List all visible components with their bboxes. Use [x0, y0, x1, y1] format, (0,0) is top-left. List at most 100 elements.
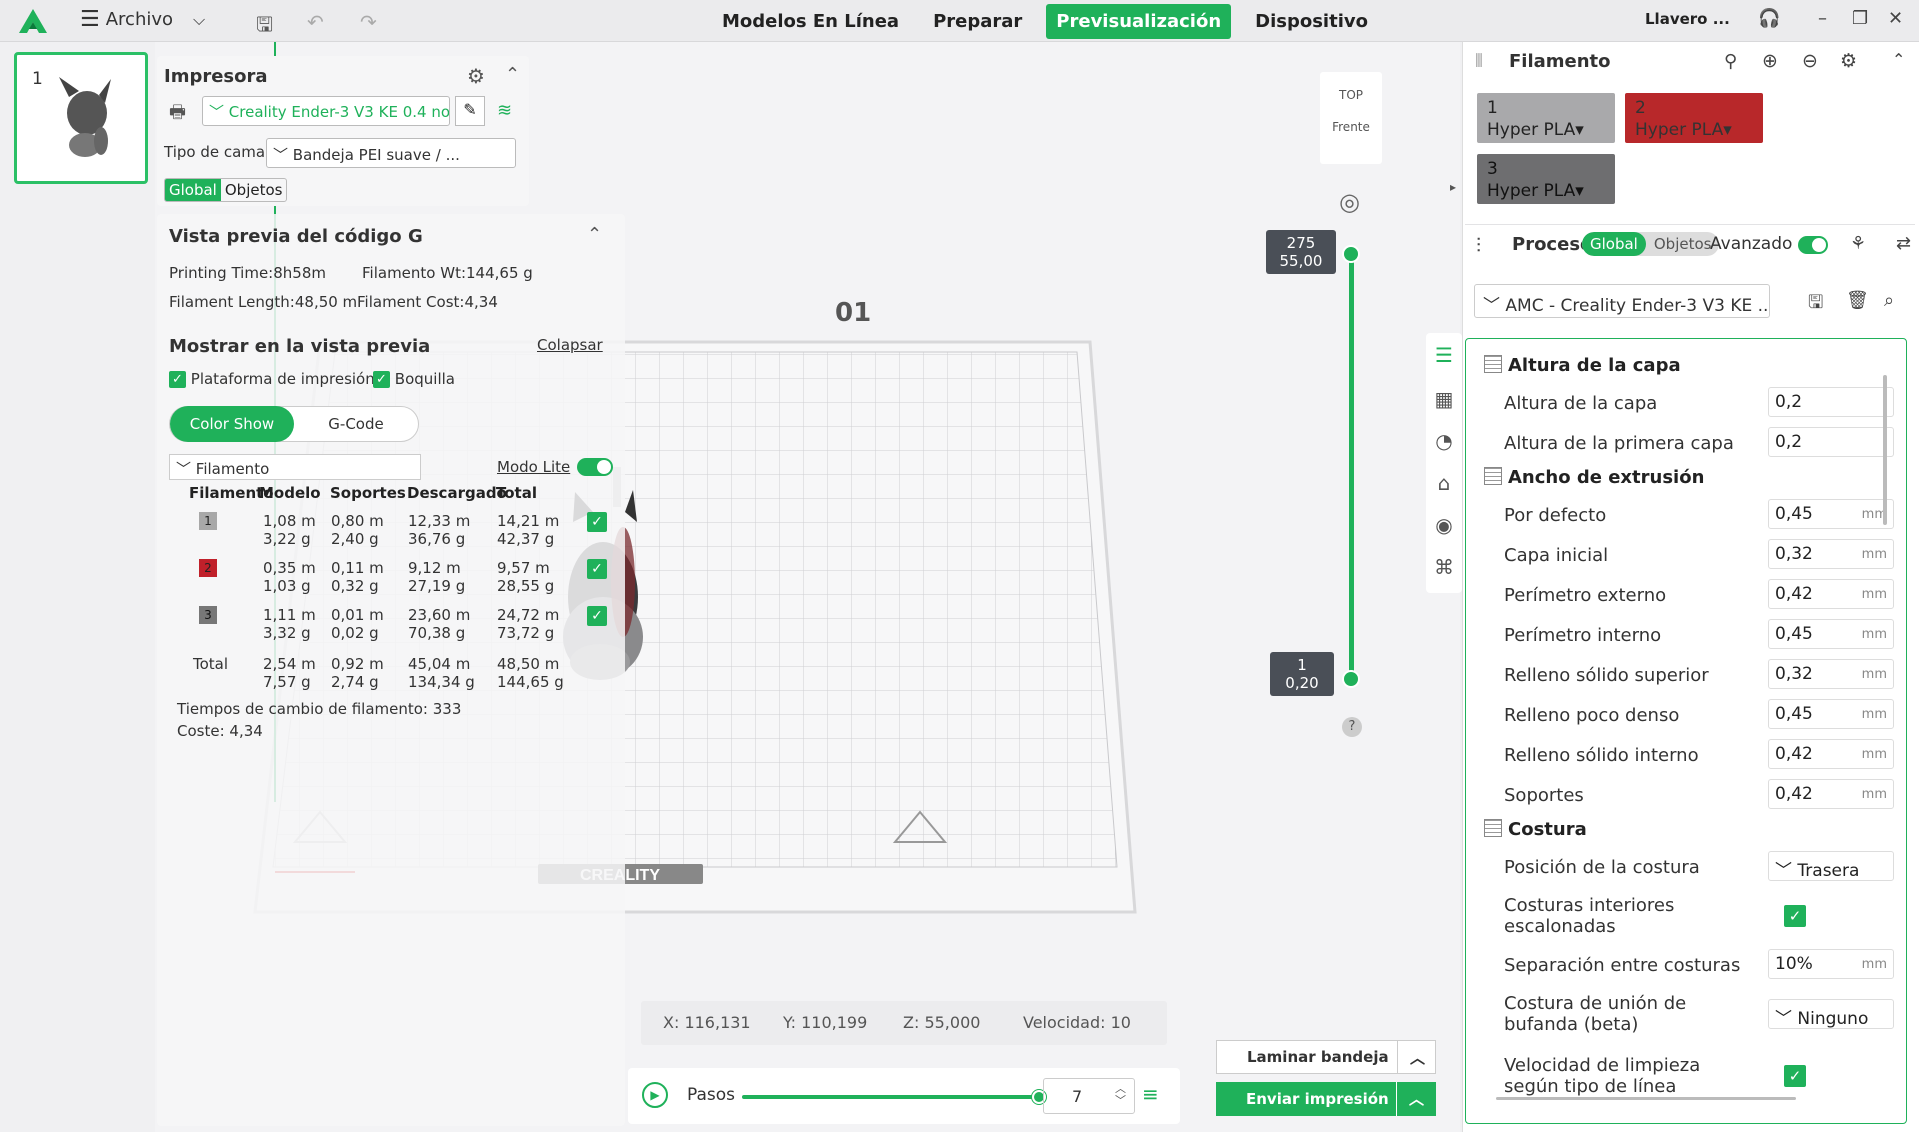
- strength-icon[interactable]: ▦: [1433, 387, 1455, 411]
- spinner-icon[interactable]: ︿ ﹀: [1115, 1083, 1126, 1107]
- redo-icon[interactable]: ↷: [360, 10, 377, 34]
- tab-prepare[interactable]: Preparar: [923, 4, 1032, 39]
- setting-input[interactable]: 0,32 mm: [1768, 539, 1894, 569]
- seg-objects[interactable]: Objetos: [1646, 232, 1720, 256]
- speed-icon[interactable]: ◔: [1433, 429, 1455, 453]
- setting-value: 0,45: [1775, 624, 1813, 644]
- layers-icon[interactable]: ≡: [1142, 1082, 1159, 1106]
- save-icon[interactable]: 🖫: [256, 10, 273, 44]
- dropdown-arrow-icon[interactable]: ▾: [1723, 120, 1732, 140]
- send-print-button[interactable]: Enviar impresión ︿: [1216, 1082, 1436, 1116]
- advanced-toggle[interactable]: [1798, 236, 1828, 254]
- visibility-checkbox[interactable]: ✓: [587, 559, 607, 579]
- tab-preview[interactable]: Previsualización: [1046, 3, 1232, 39]
- visibility-checkbox[interactable]: ✓: [587, 512, 607, 532]
- view-top-button[interactable]: TOP: [1320, 72, 1382, 102]
- play-icon[interactable]: ▶: [642, 1082, 668, 1108]
- collapse-up-icon[interactable]: ⌃: [505, 64, 520, 85]
- gcode-mode-button[interactable]: G-Code: [294, 415, 418, 433]
- vertical-scrollbar[interactable]: [1883, 375, 1887, 525]
- seam-position-select[interactable]: ﹀ Trasera: [1768, 851, 1894, 881]
- setting-input[interactable]: 0,2: [1768, 427, 1894, 457]
- layer-slider-bottom-handle[interactable]: [1342, 670, 1360, 688]
- chevron-up-icon[interactable]: ︿: [1397, 1041, 1437, 1073]
- scarf-seam-select[interactable]: ﹀ Ninguno: [1768, 999, 1894, 1029]
- user-name[interactable]: Llavero ...: [1645, 10, 1730, 28]
- view-type-select[interactable]: ﹀ Filamento: [169, 454, 421, 480]
- add-filament-icon[interactable]: ⊕: [1762, 50, 1778, 72]
- setting-input[interactable]: 0,45 mm: [1768, 619, 1894, 649]
- creality-logo-icon[interactable]: [18, 8, 48, 34]
- setting-input[interactable]: 0,42 mm: [1768, 579, 1894, 609]
- steps-input[interactable]: 7 ︿ ﹀: [1043, 1078, 1135, 1114]
- setting-input[interactable]: 0,32 mm: [1768, 659, 1894, 689]
- close-icon[interactable]: ✕: [1888, 8, 1903, 29]
- steps-value: 7: [1072, 1087, 1083, 1106]
- process-scope-toggle: Global Objetos: [1582, 232, 1720, 256]
- plate-thumbnail[interactable]: 1: [14, 52, 148, 184]
- layer-slider-top-handle[interactable]: [1342, 245, 1360, 263]
- setting-input[interactable]: 0,45 mm: [1768, 699, 1894, 729]
- gear-icon[interactable]: ⚙: [1840, 50, 1857, 72]
- staggered-seams-checkbox[interactable]: ✓: [1784, 905, 1806, 927]
- process-profile-select[interactable]: ﹀ AMC - Creality Ender-3 V3 KE ...: [1474, 284, 1770, 318]
- setting-input[interactable]: 0,2: [1768, 387, 1894, 417]
- nozzle-icon[interactable]: ⚲: [1724, 51, 1737, 72]
- steps-slider[interactable]: [742, 1095, 1042, 1099]
- dropdown-arrow-icon[interactable]: ▾: [1575, 120, 1584, 140]
- layer-slider-track[interactable]: [1349, 250, 1354, 680]
- collapse-up-icon[interactable]: ⌃: [1892, 50, 1905, 69]
- horizontal-scrollbar[interactable]: [1496, 1097, 1796, 1100]
- filament-slot[interactable]: 3 Hyper PLA▾: [1477, 154, 1615, 204]
- undo-icon[interactable]: ↶: [307, 10, 324, 34]
- seg-objects[interactable]: Objetos: [221, 179, 287, 201]
- help-icon[interactable]: ?: [1342, 717, 1362, 737]
- filament-slot[interactable]: 2 Hyper PLA▾: [1625, 93, 1763, 143]
- edit-printer-button[interactable]: ✎: [455, 96, 485, 126]
- tab-online-models[interactable]: Modelos En Línea: [712, 4, 909, 39]
- view-front-button[interactable]: Frente: [1320, 102, 1382, 134]
- wipe-speed-checkbox[interactable]: ✓: [1784, 1065, 1806, 1087]
- maximize-icon[interactable]: ❐: [1852, 8, 1868, 29]
- remove-filament-icon[interactable]: ⊖: [1802, 50, 1818, 72]
- wifi-icon[interactable]: ≋: [497, 100, 512, 121]
- tab-device[interactable]: Dispositivo: [1245, 4, 1378, 39]
- file-menu-button[interactable]: ☰ Archivo ⌵: [80, 7, 205, 32]
- layer-top-readout: 275 55,00: [1266, 230, 1336, 274]
- collapse-up-icon[interactable]: ⌃: [587, 224, 602, 245]
- dropdown-arrow-icon[interactable]: ▾: [1575, 181, 1584, 201]
- bed-type-select[interactable]: ﹀ Bandeja PEI suave / ...: [266, 138, 516, 168]
- share-icon[interactable]: ⇄: [1896, 233, 1911, 254]
- color-show-button[interactable]: Color Show: [170, 406, 294, 442]
- filament-slot-name: Hyper PLA: [1487, 120, 1576, 140]
- filament-slot[interactable]: 1 Hyper PLA▾: [1477, 93, 1615, 143]
- sidebar-collapse-icon[interactable]: ▸: [1450, 180, 1456, 194]
- quality-icon[interactable]: ☰: [1433, 343, 1455, 367]
- chevron-up-icon[interactable]: ︿: [1396, 1082, 1436, 1116]
- setting-input[interactable]: 0,42 mm: [1768, 779, 1894, 809]
- lite-mode-toggle[interactable]: [577, 458, 613, 476]
- nozzle-checkbox[interactable]: ✓ Boquilla: [373, 370, 455, 388]
- save-icon[interactable]: 🖫: [1808, 290, 1823, 320]
- target-icon[interactable]: ◎: [1339, 188, 1360, 216]
- platform-checkbox[interactable]: ✓ Plataforma de impresión: [169, 370, 375, 388]
- search-icon[interactable]: ⌕: [1884, 290, 1894, 311]
- compare-icon[interactable]: ⚘: [1850, 233, 1866, 254]
- multimaterial-icon[interactable]: ◉: [1433, 513, 1455, 537]
- seg-global[interactable]: Global: [165, 179, 221, 201]
- seg-global[interactable]: Global: [1582, 232, 1646, 256]
- setting-input[interactable]: 0,42 mm: [1768, 739, 1894, 769]
- minimize-icon[interactable]: –: [1818, 8, 1827, 29]
- slice-plate-button[interactable]: Laminar bandeja ︿: [1216, 1040, 1436, 1074]
- support-icon[interactable]: 🎧: [1758, 8, 1780, 29]
- visibility-checkbox[interactable]: ✓: [587, 606, 607, 626]
- gear-icon[interactable]: ⚙: [467, 64, 485, 88]
- setting-input[interactable]: 0,45 mm: [1768, 499, 1894, 529]
- setting-input[interactable]: 10% mm: [1768, 949, 1894, 979]
- support-icon[interactable]: ⌂: [1433, 471, 1455, 495]
- col-header-flushed: Descargado: [407, 484, 507, 502]
- printer-select[interactable]: ﹀ Creality Ender-3 V3 KE 0.4 no...: [202, 96, 450, 126]
- others-icon[interactable]: ⌘: [1433, 555, 1455, 579]
- collapse-link[interactable]: Colapsar: [537, 336, 603, 354]
- delete-icon[interactable]: 🗑: [1846, 290, 1869, 311]
